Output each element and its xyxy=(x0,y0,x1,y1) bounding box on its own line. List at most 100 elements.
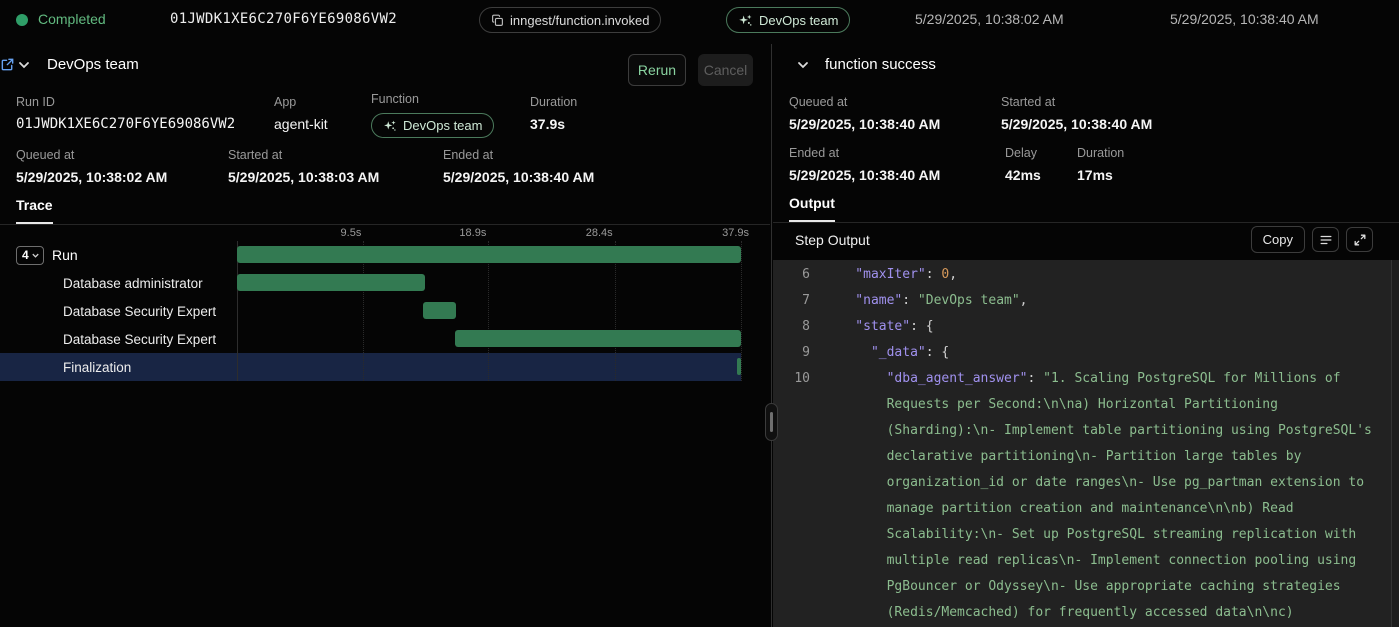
run-id-value: 01JWDK1XE6C270F6YE69086VW2 xyxy=(16,116,235,132)
panel-resize-handle[interactable] xyxy=(765,403,778,441)
external-link-icon[interactable] xyxy=(0,57,15,77)
axis-tick-label: 9.5s xyxy=(341,227,362,239)
code-line: 10"dba_agent_answer": "1. Scaling Postgr… xyxy=(773,366,1399,627)
run-panel-header: DevOps team Rerun Cancel xyxy=(0,48,770,86)
trace-row-database-security-expert[interactable]: Database Security Expert xyxy=(0,297,770,325)
line-number: 8 xyxy=(773,314,810,340)
trace-row-label: Finalization xyxy=(63,360,131,375)
trace-row-database-administrator[interactable]: Database administrator xyxy=(0,269,770,297)
code-text: "_data": { xyxy=(810,340,1364,366)
code-text: "maxIter": 0, xyxy=(810,262,1348,288)
queued-field: Queued at 5/29/2025, 10:38:02 AM xyxy=(16,148,167,185)
line-wrap-button[interactable] xyxy=(1312,227,1339,252)
code-text: "dba_agent_answer": "1. Scaling PostgreS… xyxy=(810,366,1380,627)
ended-field: Ended at 5/29/2025, 10:38:40 AM xyxy=(443,148,594,185)
trace-row-label: Run xyxy=(52,247,78,263)
step-panel-header: function success xyxy=(773,48,1399,86)
event-icon xyxy=(491,14,504,27)
step-output-title: Step Output xyxy=(795,232,870,248)
code-line: 8"state": { xyxy=(773,314,1399,340)
timeline-gridline xyxy=(741,241,742,381)
step-queued-label: Queued at xyxy=(789,95,940,109)
started-label: Started at xyxy=(228,148,379,162)
step-started-label: Started at xyxy=(1001,95,1152,109)
expand-icon xyxy=(1353,233,1367,247)
function-badge-top-label: DevOps team xyxy=(759,13,838,28)
trace-waterfall: 9.5s 18.9s 28.4s 37.9s 4 Run Database adminis… xyxy=(0,225,770,382)
line-number: 7 xyxy=(773,288,810,314)
trace-rows: 4 Run Database administrator Database Secur… xyxy=(0,241,770,381)
tab-trace[interactable]: Trace xyxy=(16,197,53,224)
trace-span-bar[interactable] xyxy=(237,274,425,291)
copy-button[interactable]: Copy xyxy=(1251,226,1305,253)
rerun-button[interactable]: Rerun xyxy=(628,54,686,86)
run-status: Completed xyxy=(38,11,106,27)
code-text: "name": "DevOps team", xyxy=(810,288,1348,314)
started-value: 5/29/2025, 10:38:03 AM xyxy=(228,169,379,185)
collapse-step-chevron-icon[interactable] xyxy=(791,54,815,78)
event-badge[interactable]: inngest/function.invoked xyxy=(479,7,661,33)
function-badge-top[interactable]: DevOps team xyxy=(726,7,850,33)
code-line: 9"_data": { xyxy=(773,340,1399,366)
step-queued-field: Queued at 5/29/2025, 10:38:40 AM xyxy=(789,95,940,132)
code-scrollbar[interactable] xyxy=(1391,260,1399,627)
step-ended-value: 5/29/2025, 10:38:40 AM xyxy=(789,167,940,183)
axis-tick-label: 37.9s xyxy=(722,227,749,239)
trace-span-bar[interactable] xyxy=(455,330,741,347)
tab-output[interactable]: Output xyxy=(789,195,835,222)
expand-button[interactable] xyxy=(1346,227,1373,252)
step-started-value: 5/29/2025, 10:38:40 AM xyxy=(1001,116,1152,132)
step-duration-value: 17ms xyxy=(1077,167,1124,183)
ended-label: Ended at xyxy=(443,148,594,162)
top-bar: Completed 01JWDK1XE6C270F6YE69086VW2 inn… xyxy=(0,0,1399,40)
wrap-lines-icon xyxy=(1319,233,1333,247)
trace-row-finalization[interactable]: Finalization xyxy=(0,353,770,381)
queued-value: 5/29/2025, 10:38:02 AM xyxy=(16,169,167,185)
line-number: 9 xyxy=(773,340,810,366)
queued-label: Queued at xyxy=(16,148,167,162)
trace-span-bar[interactable] xyxy=(737,358,741,375)
sparkles-icon xyxy=(383,119,397,133)
sparkles-icon xyxy=(738,13,753,28)
duration-field: Duration 37.9s xyxy=(530,95,577,132)
app-field: App agent-kit xyxy=(274,95,328,132)
function-badge[interactable]: DevOps team xyxy=(371,113,494,138)
expand-children-button[interactable]: 4 xyxy=(16,246,44,265)
step-output-code[interactable]: 6"maxIter": 0,7"name": "DevOps team",8"s… xyxy=(773,260,1399,627)
step-details-panel: function success Queued at 5/29/2025, 10… xyxy=(773,40,1399,627)
line-number: 6 xyxy=(773,262,810,288)
trace-span-bar[interactable] xyxy=(237,246,741,263)
step-tabbar: Output xyxy=(773,190,1399,223)
step-delay-field: Delay 42ms xyxy=(1005,146,1041,183)
cancel-button[interactable]: Cancel xyxy=(698,54,753,86)
axis-tick-label: 18.9s xyxy=(459,227,486,239)
step-duration-label: Duration xyxy=(1077,146,1124,160)
duration-value: 37.9s xyxy=(530,116,577,132)
step-queued-value: 5/29/2025, 10:38:40 AM xyxy=(789,116,940,132)
run-id-label: Run ID xyxy=(16,95,235,109)
trace-row-label: Database administrator xyxy=(63,276,203,291)
function-badge-label: DevOps team xyxy=(403,118,482,133)
event-badge-label: inngest/function.invoked xyxy=(510,13,649,28)
collapse-run-chevron-icon[interactable] xyxy=(12,54,36,78)
code-line: 6"maxIter": 0, xyxy=(773,262,1399,288)
ended-value: 5/29/2025, 10:38:40 AM xyxy=(443,169,594,185)
trace-row-label: Database Security Expert xyxy=(63,304,216,319)
app-link[interactable]: agent-kit xyxy=(274,116,328,132)
run-title: DevOps team xyxy=(47,56,139,73)
step-duration-field: Duration 17ms xyxy=(1077,146,1124,183)
step-delay-label: Delay xyxy=(1005,146,1041,160)
step-ended-field: Ended at 5/29/2025, 10:38:40 AM xyxy=(789,146,940,183)
trace-span-bar[interactable] xyxy=(423,302,456,319)
axis-tick-label: 28.4s xyxy=(586,227,613,239)
trace-row-run[interactable]: 4 Run xyxy=(0,241,770,269)
step-ended-label: Ended at xyxy=(789,146,940,160)
started-field: Started at 5/29/2025, 10:38:03 AM xyxy=(228,148,379,185)
status-dot-icon xyxy=(16,14,28,26)
run-tabbar: Trace xyxy=(0,192,770,225)
trace-row-database-security-expert[interactable]: Database Security Expert xyxy=(0,325,770,353)
child-count: 4 xyxy=(22,248,29,262)
code-text: "state": { xyxy=(810,314,1348,340)
trace-row-label: Database Security Expert xyxy=(63,332,216,347)
chevron-down-icon xyxy=(31,251,40,260)
